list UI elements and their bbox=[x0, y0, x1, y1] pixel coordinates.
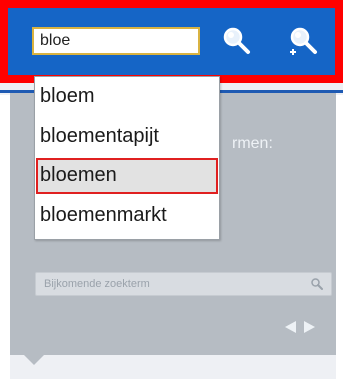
extra-term-input[interactable]: Bijkomende zoekterm bbox=[35, 272, 332, 296]
search-bar-highlight bbox=[0, 0, 343, 83]
search-icon[interactable] bbox=[310, 277, 324, 291]
bottom-strip bbox=[10, 355, 336, 379]
search-button[interactable] bbox=[219, 24, 255, 60]
autocomplete-dropdown: bloem bloementapijt bloemen bloemenmarkt bbox=[34, 76, 220, 240]
suggestion-item[interactable]: bloemenmarkt bbox=[36, 198, 218, 234]
suggestion-item[interactable]: bloementapijt bbox=[36, 119, 218, 155]
suggestion-item[interactable]: bloem bbox=[36, 79, 218, 115]
extra-term-placeholder: Bijkomende zoekterm bbox=[44, 278, 150, 290]
advanced-search-button[interactable] bbox=[286, 24, 322, 60]
zoom-plus-icon bbox=[290, 27, 317, 55]
search-input[interactable] bbox=[32, 27, 200, 55]
search-icon bbox=[223, 27, 250, 54]
panel-label: rmen: bbox=[232, 135, 273, 152]
suggestion-item-selected[interactable]: bloemen bbox=[36, 158, 218, 194]
search-bar bbox=[8, 8, 335, 75]
panel-notch bbox=[22, 353, 46, 365]
arrow-left-right-icon[interactable] bbox=[283, 320, 317, 334]
